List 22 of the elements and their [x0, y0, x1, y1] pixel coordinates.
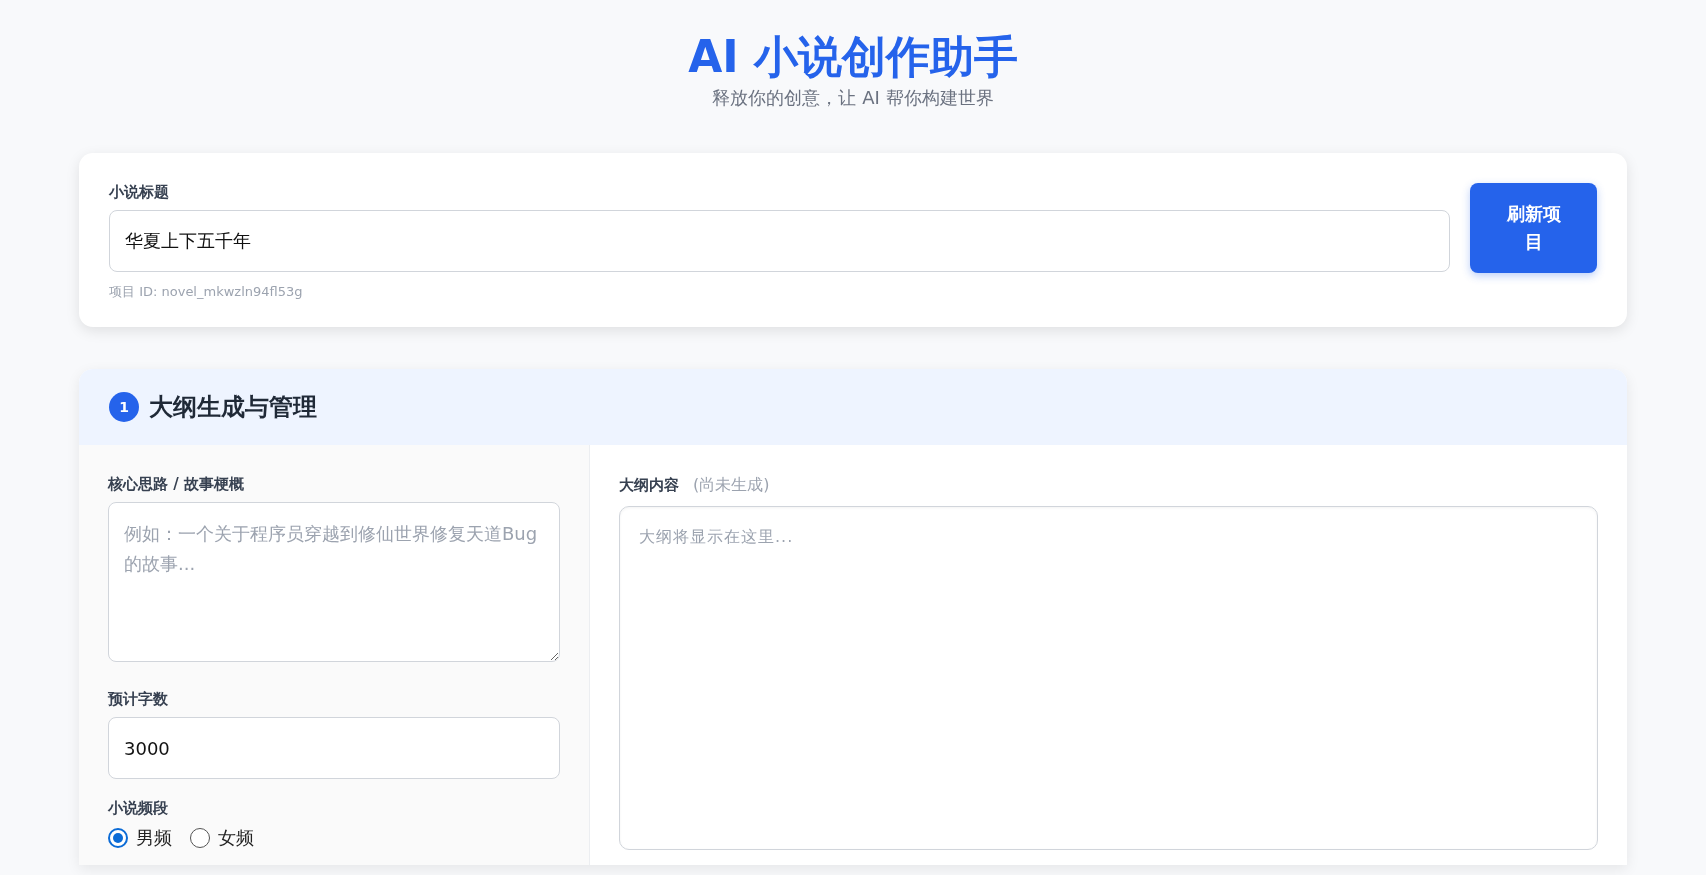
step-badge: 1 [109, 392, 139, 422]
field-label: 小说标题 [109, 183, 170, 202]
field-label: 核心思路 / 故事梗概 [108, 475, 245, 494]
genre-radio-option[interactable]: 男频 [108, 826, 172, 850]
field-label: 预计字数 [108, 690, 169, 709]
field-label: 小说频段 [108, 799, 169, 818]
radio-icon[interactable] [190, 828, 210, 848]
radio-label: 男频 [136, 826, 172, 850]
genre-radio-option[interactable]: 女频 [190, 826, 254, 850]
panel-title: 大纲生成与管理 [149, 392, 317, 423]
outline-textarea[interactable]: 大纲将显示在这里... [619, 506, 1598, 850]
refresh-button[interactable]: 刷新项目 [1470, 183, 1597, 273]
title-input[interactable]: 华夏上下五千年 [109, 210, 1450, 272]
idea-textarea[interactable]: 例如：一个关于程序员穿越到修仙世界修复天道Bug的故事... [108, 502, 560, 662]
app-title: AI 小说创作助手 [688, 30, 1018, 84]
app-subtitle: 释放你的创意，让 AI 帮你构建世界 [712, 86, 994, 110]
outline-status: (尚未生成) [693, 475, 770, 496]
radio-label: 女频 [218, 826, 254, 850]
project-id-text: 项目 ID: novel_mkwzln94fl53g [109, 283, 304, 301]
radio-icon[interactable] [108, 828, 128, 848]
field-label: 大纲内容 [619, 476, 679, 495]
word-count-input[interactable]: 3000 [108, 717, 560, 779]
